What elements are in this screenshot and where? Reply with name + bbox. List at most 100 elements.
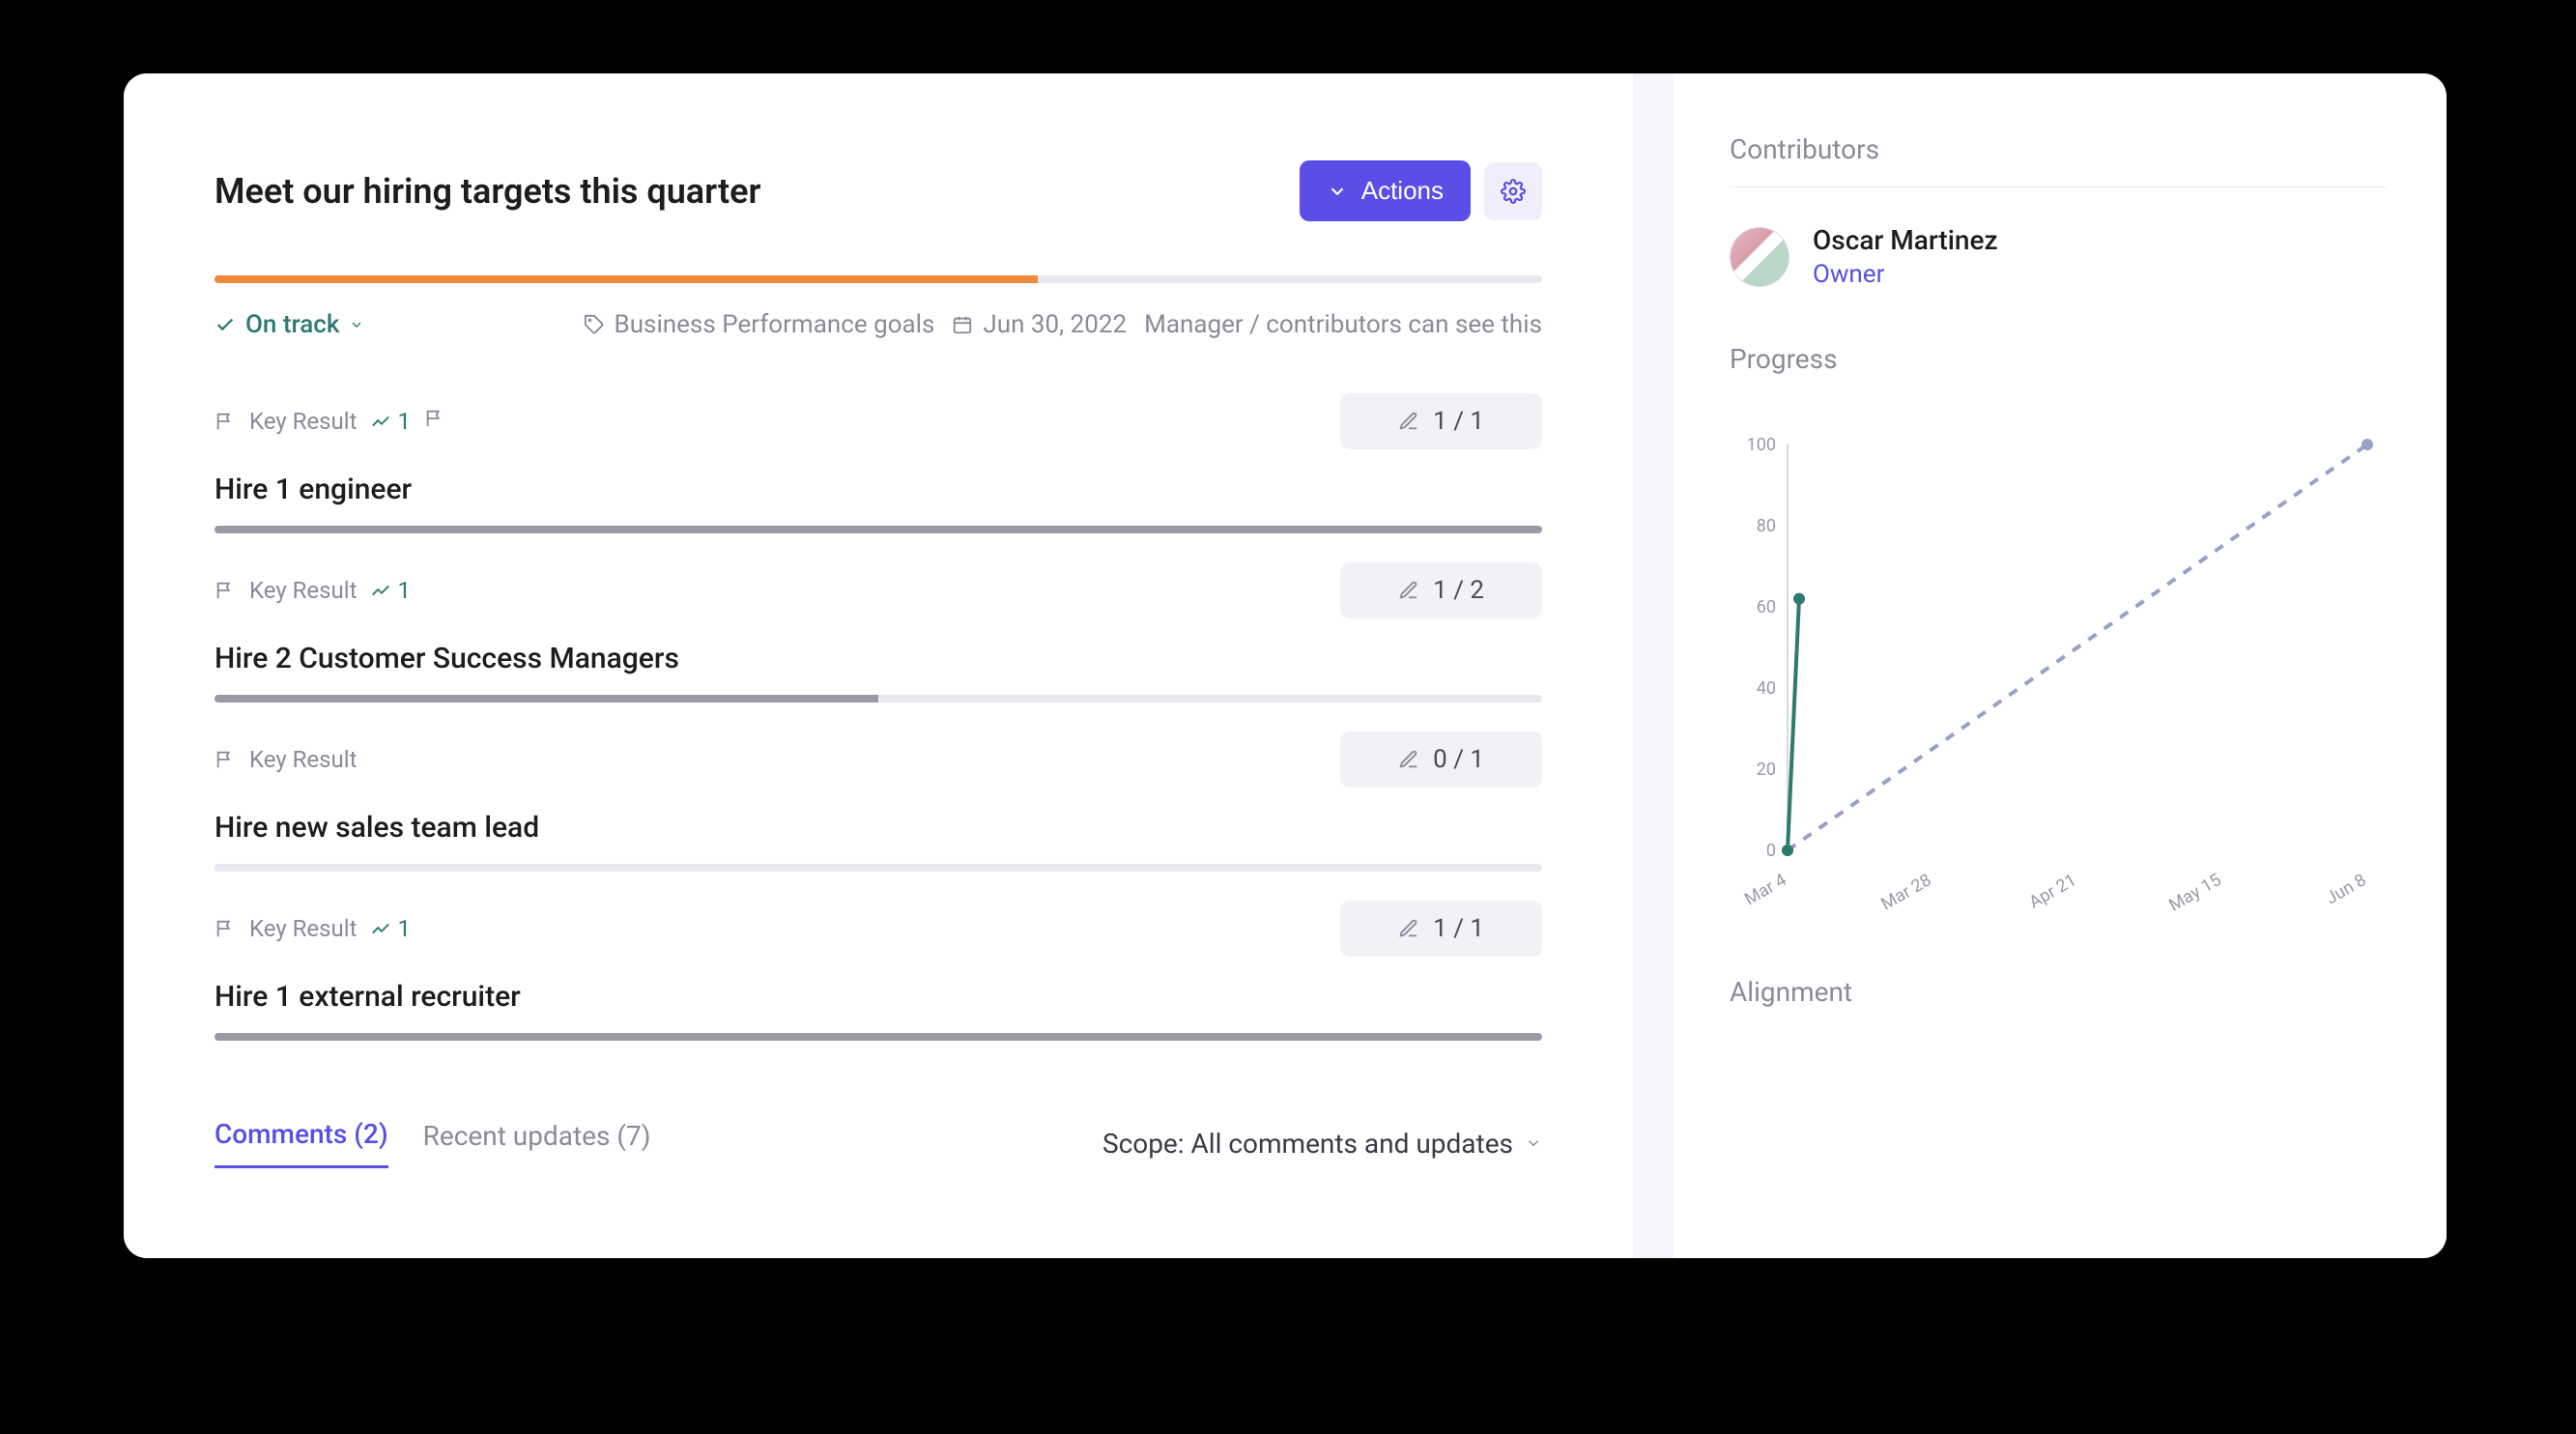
chart-y-tick: 100 (1747, 435, 1776, 455)
calendar-icon (952, 314, 973, 335)
due-date[interactable]: Jun 30, 2022 (952, 310, 1127, 339)
progress-heading: Progress (1730, 343, 2387, 396)
flag-icon (215, 580, 236, 601)
status-label: On track (245, 310, 339, 339)
kr-progress-bar (215, 1033, 1542, 1041)
gear-icon (1501, 179, 1526, 204)
visibility-label: Manager / contributors can see this (1144, 310, 1542, 339)
key-result: Key Result 1 1 / 2 Hire 2 Customer Succe… (215, 562, 1542, 731)
flag-icon (215, 411, 236, 432)
page-title: Meet our hiring targets this quarter (215, 171, 760, 212)
chevron-down-icon (349, 317, 364, 332)
chart-point (2361, 439, 2373, 450)
progress-chart: 0 20 40 60 80 100 Mar 4 Mar 28 Apr 21 May 15 Jun 8 (1730, 435, 2387, 922)
key-result-list: Key Result 1 1 / 1 Hire 1 engineer Key R… (215, 393, 1542, 1070)
kr-label: Key Result (249, 408, 357, 435)
alignment-section: Alignment (1730, 976, 2387, 1029)
flag-icon (424, 408, 445, 429)
kr-title: Hire new sales team lead (215, 811, 1542, 845)
key-result: Key Result 1 1 / 1 Hire 1 engineer (215, 393, 1542, 562)
chevron-down-icon (1327, 181, 1348, 202)
chart-y-tick: 60 (1757, 597, 1776, 617)
chart-x-tick: Mar 4 (1741, 870, 1789, 909)
flag-icon (215, 918, 236, 939)
chart-x-tick: Apr 21 (2025, 870, 2079, 913)
kr-progress-button[interactable]: 0 / 1 (1340, 731, 1542, 788)
chart-x-tick: Mar 28 (1877, 870, 1934, 914)
status-selector[interactable]: On track (215, 310, 364, 339)
chart-y-tick: 80 (1757, 516, 1776, 536)
chart-y-tick: 20 (1757, 760, 1776, 780)
kr-progress-button[interactable]: 1 / 1 (1340, 901, 1542, 957)
contributor-row[interactable]: Oscar Martinez Owner (1730, 224, 2387, 289)
chart-series (1788, 445, 2367, 850)
tab-comments[interactable]: Comments (2) (215, 1118, 388, 1168)
contributor-role: Owner (1813, 260, 1998, 289)
settings-button[interactable] (1484, 162, 1542, 220)
kr-label: Key Result (249, 577, 357, 604)
chart-series (1788, 599, 1799, 850)
scope-label: Scope: All comments and updates (1102, 1128, 1513, 1160)
kr-progress-button[interactable]: 1 / 1 (1340, 393, 1542, 449)
key-result: Key Result 0 / 1 Hire new sales team lea… (215, 731, 1542, 901)
pencil-icon (1398, 918, 1419, 939)
chart-y-tick: 0 (1766, 841, 1776, 861)
actions-button[interactable]: Actions (1300, 160, 1471, 221)
chart-icon (370, 580, 391, 601)
goal-tag[interactable]: Business Performance goals (584, 310, 935, 339)
overall-progress-bar (215, 275, 1542, 283)
chart-x-tick: May 15 (2165, 870, 2224, 915)
kr-progress-bar (215, 526, 1542, 533)
pencil-icon (1398, 411, 1419, 432)
kr-label: Key Result (249, 915, 357, 942)
kr-chart-count: 1 (370, 577, 411, 604)
kr-progress-text: 0 / 1 (1433, 745, 1484, 774)
chevron-down-icon (1525, 1134, 1542, 1152)
chart-point (1782, 845, 1793, 856)
header-row: Meet our hiring targets this quarter Act… (215, 160, 1542, 221)
main-card: Meet our hiring targets this quarter Act… (124, 73, 1633, 1258)
visibility[interactable]: Manager / contributors can see this (1144, 310, 1542, 339)
tabs-row: Comments (2) Recent updates (7) Scope: A… (215, 1118, 1542, 1168)
pencil-icon (1398, 580, 1419, 601)
kr-progress-text: 1 / 1 (1433, 407, 1484, 436)
kr-tags: Key Result (215, 746, 357, 773)
due-date-label: Jun 30, 2022 (983, 310, 1127, 339)
kr-progress-bar (215, 695, 1542, 703)
kr-title: Hire 2 Customer Success Managers (215, 642, 1542, 675)
kr-tags: Key Result 1 (215, 408, 445, 435)
kr-chart-count-value: 1 (397, 915, 411, 942)
progress-section: Progress 0 20 40 60 80 100 Mar 4 Mar 28 Apr 21 Ma… (1730, 343, 2387, 922)
contributors-heading: Contributors (1730, 133, 2387, 187)
kr-chart-count: 1 (370, 408, 411, 435)
tag-icon (584, 314, 605, 335)
key-result: Key Result 1 1 / 1 Hire 1 external recru… (215, 901, 1542, 1070)
kr-chart-count-value: 1 (397, 408, 411, 435)
meta-row: On track Business Performance goals Jun … (215, 310, 1542, 339)
flag-icon (215, 749, 236, 770)
chart-x-tick: Jun 8 (2323, 870, 2370, 908)
scope-selector[interactable]: Scope: All comments and updates (1102, 1128, 1542, 1160)
alignment-heading: Alignment (1730, 976, 2387, 1029)
kr-chart-count-value: 1 (397, 577, 411, 604)
chart-y-tick: 40 (1757, 678, 1776, 699)
kr-tags: Key Result 1 (215, 915, 411, 942)
pencil-icon (1398, 749, 1419, 770)
kr-title: Hire 1 engineer (215, 473, 1542, 506)
actions-button-label: Actions (1361, 176, 1444, 206)
kr-progress-button[interactable]: 1 / 2 (1340, 562, 1542, 618)
kr-label: Key Result (249, 746, 357, 773)
check-icon (215, 314, 236, 335)
app-stage: Meet our hiring targets this quarter Act… (124, 73, 2447, 1258)
contributor-name: Oscar Martinez (1813, 224, 1998, 256)
chart-point (1793, 593, 1805, 605)
tab-updates[interactable]: Recent updates (7) (423, 1120, 651, 1167)
kr-progress-bar (215, 864, 1542, 872)
kr-progress-text: 1 / 1 (1433, 914, 1484, 943)
side-card: Contributors Oscar Martinez Owner Progre… (1674, 73, 2447, 1258)
goal-tag-label: Business Performance goals (615, 310, 935, 339)
avatar (1730, 227, 1789, 287)
kr-title: Hire 1 external recruiter (215, 980, 1542, 1014)
chart-icon (370, 918, 391, 939)
header-actions: Actions (1300, 160, 1542, 221)
